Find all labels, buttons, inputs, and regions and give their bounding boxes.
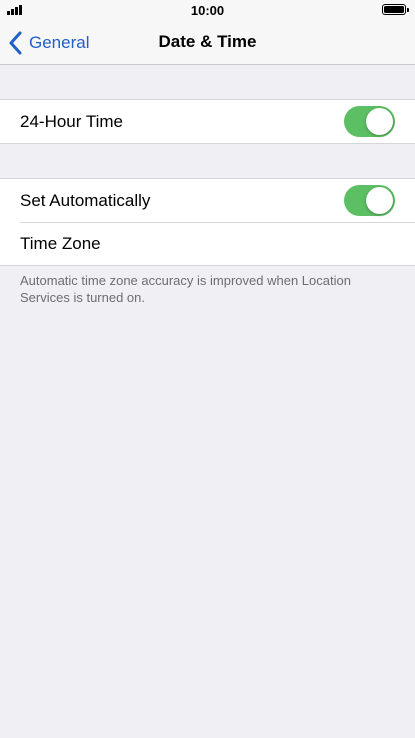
row-24-hour-time: 24-Hour Time xyxy=(0,100,415,143)
toggle-knob xyxy=(366,108,393,135)
24-hour-time-toggle[interactable] xyxy=(344,106,395,137)
toggle-knob xyxy=(366,187,393,214)
status-time: 10:00 xyxy=(190,3,225,18)
footnote-text: Automatic time zone accuracy is improved… xyxy=(20,273,351,305)
navigation-bar: General Date & Time xyxy=(0,20,415,65)
row-set-automatically-label: Set Automatically xyxy=(20,190,151,210)
battery-icon xyxy=(382,4,409,15)
settings-group-time-format: 24-Hour Time xyxy=(0,99,415,144)
settings-group-time-zone: Set Automatically Time Zone xyxy=(0,178,415,266)
row-24-hour-time-label: 24-Hour Time xyxy=(20,111,123,131)
page-title: Date & Time xyxy=(158,32,257,51)
set-automatically-toggle[interactable] xyxy=(344,185,395,216)
row-time-zone[interactable]: Time Zone xyxy=(0,222,415,265)
row-time-zone-label: Time Zone xyxy=(20,233,101,253)
status-bar: 10:00 xyxy=(0,0,415,20)
row-set-automatically: Set Automatically xyxy=(0,179,415,222)
